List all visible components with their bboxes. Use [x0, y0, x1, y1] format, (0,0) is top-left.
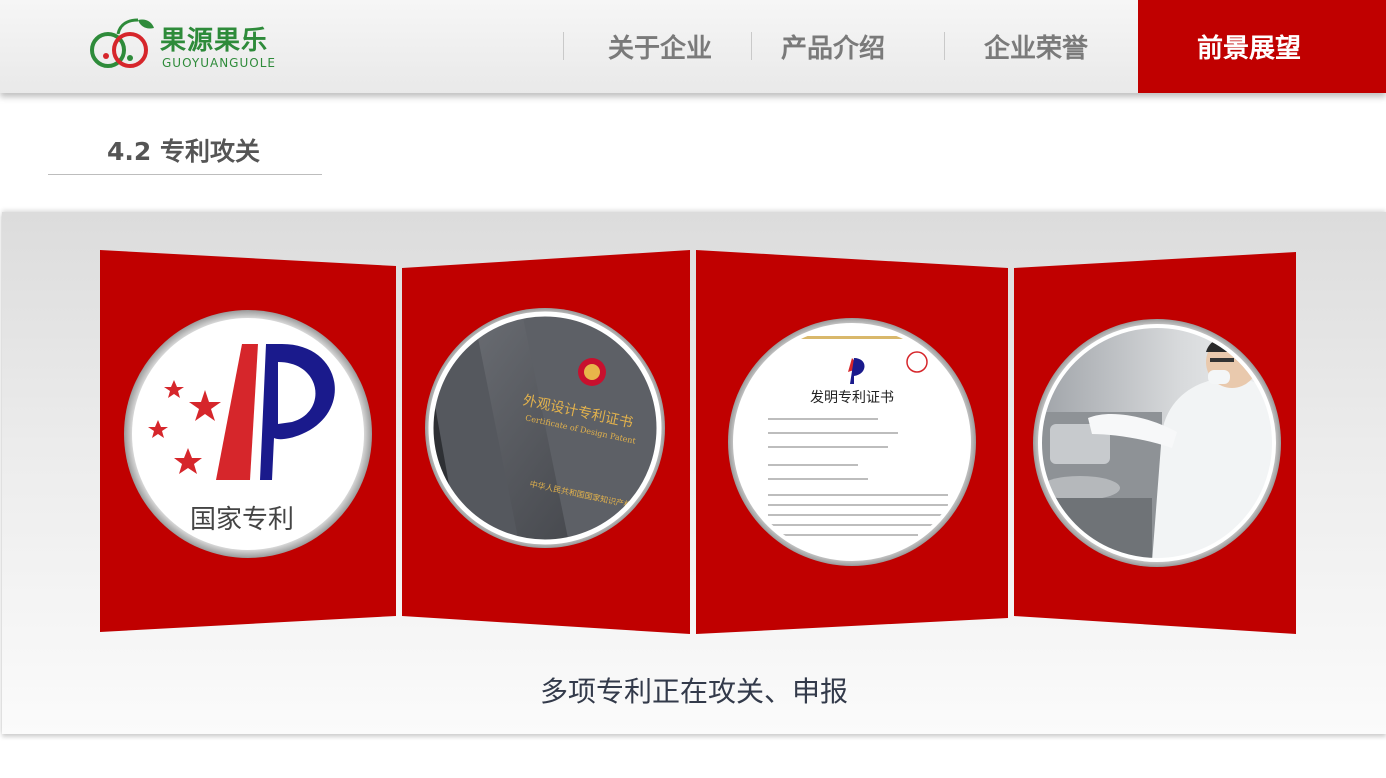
patent-card-national[interactable]: 国家专利	[100, 250, 396, 632]
nav-honors[interactable]: 企业荣誉	[984, 28, 1088, 65]
patent-card-lab[interactable]	[1014, 252, 1296, 634]
section-divider	[48, 174, 322, 175]
gallery-caption: 多项专利正在攻关、申报	[539, 675, 848, 708]
patent-cards: 国家专利 外观设计专利证书 Certificate of Design Pate…	[100, 250, 1296, 634]
brand-logo[interactable]: 果源果乐 GUOYUANGUOLE	[88, 12, 288, 74]
card-1-text: 国家专利	[190, 505, 294, 535]
nav-divider	[944, 32, 945, 60]
brand-name-cn: 果源果乐	[160, 26, 269, 56]
patent-card-design[interactable]: 外观设计专利证书 Certificate of Design Patent 中华…	[402, 250, 690, 634]
nav-divider	[563, 32, 564, 60]
nav-prospects[interactable]: 前景展望	[1138, 0, 1386, 93]
brand-name-en: GUOYUANGUOLE	[162, 56, 276, 70]
nav-divider	[751, 32, 752, 60]
top-header: 果源果乐 GUOYUANGUOLE 关于企业 产品介绍 企业荣誉 前景展望	[0, 0, 1386, 93]
nav-about[interactable]: 关于企业	[608, 28, 712, 65]
patent-card-invention[interactable]: 发明专利证书	[696, 250, 1008, 634]
section-title: 4.2 专利攻关	[107, 137, 260, 166]
fruit-logo-icon	[90, 18, 154, 68]
nav-products[interactable]: 产品介绍	[781, 28, 885, 65]
card-3-title: 发明专利证书	[810, 390, 894, 406]
patent-gallery: 国家专利 外观设计专利证书 Certificate of Design Pate…	[2, 212, 1386, 734]
